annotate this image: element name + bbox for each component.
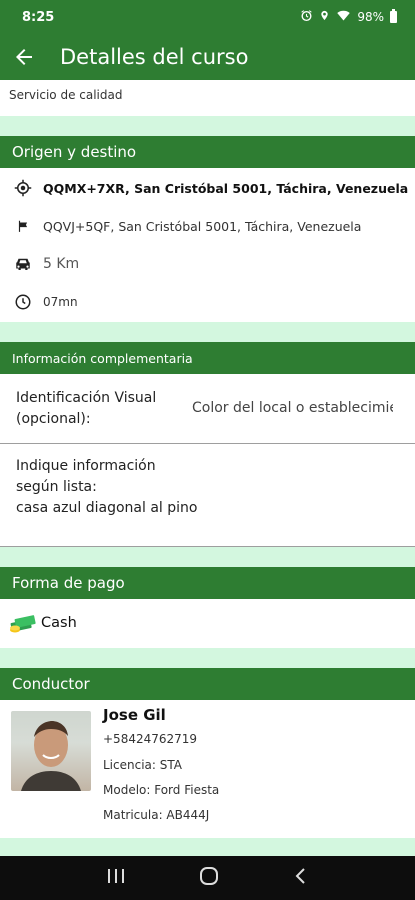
status-bar: 8:25 98% <box>0 0 415 34</box>
status-icons: 98% <box>300 9 397 25</box>
payment-method-row: Cash <box>0 604 415 642</box>
home-icon[interactable] <box>198 865 220 891</box>
nav-back-icon[interactable] <box>293 867 309 889</box>
wifi-icon <box>336 9 351 25</box>
driver-model: Modelo: Ford Fiesta <box>103 783 220 797</box>
distance-row: 5 Km <box>0 246 415 282</box>
clock-icon <box>13 292 33 312</box>
system-nav-bar <box>0 856 415 900</box>
visual-id-input[interactable]: Color del local o establecimiento <box>192 400 393 416</box>
driver-license: Licencia: STA <box>103 758 182 772</box>
flag-icon <box>13 216 33 236</box>
duration-row: 07mn <box>0 284 415 320</box>
location-icon <box>319 9 330 25</box>
section-spacer <box>0 648 415 668</box>
section-spacer <box>0 322 415 342</box>
gps-target-icon <box>13 178 33 198</box>
driver-avatar <box>11 711 91 791</box>
payment-section-header: Forma de pago <box>0 567 415 599</box>
battery-percent: 98% <box>357 10 384 24</box>
extra-info-section-header: Información complementaria <box>0 342 415 374</box>
recents-icon[interactable] <box>106 867 126 889</box>
visual-id-label: Identificación Visual (opcional): <box>16 390 157 427</box>
route-section-header: Origen y destino <box>0 136 415 168</box>
app-bar: Detalles del curso <box>0 34 415 80</box>
service-label: Servicio de calidad <box>0 80 415 116</box>
battery-icon <box>390 9 397 23</box>
driver-phone[interactable]: +58424762719 <box>103 732 197 746</box>
destination-row: QQVJ+5QF, San Cristóbal 5001, Táchira, V… <box>0 208 415 244</box>
destination-address: QQVJ+5QF, San Cristóbal 5001, Táchira, V… <box>43 218 362 234</box>
field-divider <box>0 443 415 444</box>
driver-name: Jose Gil <box>103 706 166 724</box>
back-button[interactable] <box>2 34 46 80</box>
section-spacer <box>0 116 415 136</box>
payment-method: Cash <box>41 615 77 631</box>
back-arrow-icon <box>16 49 32 65</box>
driver-section-header: Conductor <box>0 668 415 700</box>
route-distance: 5 Km <box>43 256 80 272</box>
list-info-value: casa azul diagonal al pino <box>16 500 198 516</box>
car-icon <box>13 254 33 274</box>
alarm-icon <box>300 9 313 25</box>
section-spacer <box>0 547 415 567</box>
origin-row: QQMX+7XR, San Cristóbal 5001, Táchira, V… <box>0 170 415 206</box>
status-time: 8:25 <box>22 9 55 25</box>
list-info-label: Indique información <box>16 458 156 474</box>
section-spacer <box>0 838 415 856</box>
page-title: Detalles del curso <box>60 45 249 69</box>
driver-plate: Matricula: AB444J <box>103 808 210 822</box>
list-info-field[interactable]: Indique información según lista: casa az… <box>16 456 197 519</box>
route-duration: 07mn <box>43 295 78 309</box>
origin-address: QQMX+7XR, San Cristóbal 5001, Táchira, V… <box>43 180 409 196</box>
cash-icon <box>9 613 37 633</box>
